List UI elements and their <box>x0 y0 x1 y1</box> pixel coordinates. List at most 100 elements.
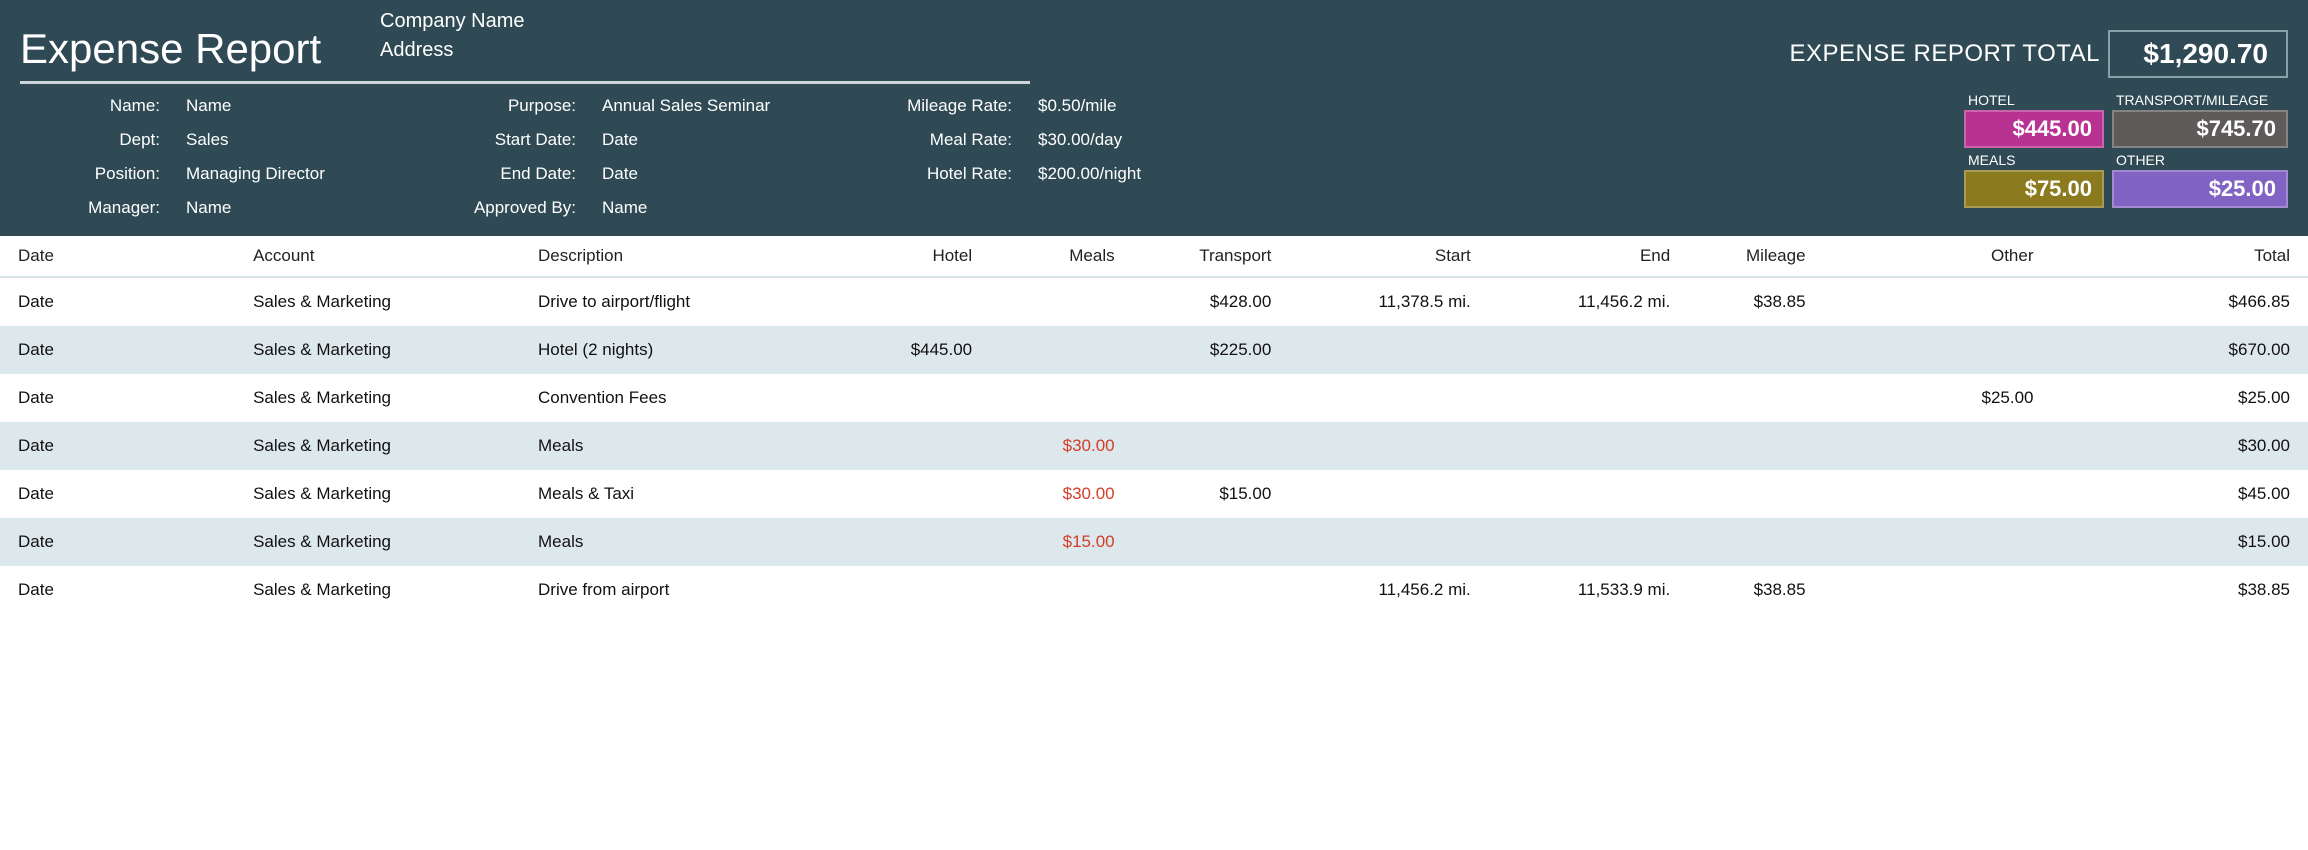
grand-total-value: $1,290.70 <box>2108 30 2288 78</box>
cell-start[interactable] <box>1289 470 1488 518</box>
cell-total[interactable]: $25.00 <box>2052 374 2308 422</box>
cell-transport[interactable] <box>1133 374 1290 422</box>
manager-label: Manager: <box>20 198 160 218</box>
cell-meals[interactable]: $30.00 <box>990 422 1132 470</box>
col-total: Total <box>2052 236 2308 277</box>
cell-mileage[interactable]: $38.85 <box>1688 566 1823 614</box>
cell-end[interactable]: 11,456.2 mi. <box>1489 277 1688 326</box>
cell-date[interactable]: Date <box>0 374 235 422</box>
cell-total[interactable]: $45.00 <box>2052 470 2308 518</box>
cell-hotel[interactable] <box>855 518 990 566</box>
cell-account[interactable]: Sales & Marketing <box>235 277 520 326</box>
cell-meals[interactable] <box>990 277 1132 326</box>
cell-account[interactable]: Sales & Marketing <box>235 518 520 566</box>
cell-date[interactable]: Date <box>0 566 235 614</box>
cell-other[interactable] <box>1824 518 2052 566</box>
col-mileage: Mileage <box>1688 236 1823 277</box>
cell-transport[interactable] <box>1133 422 1290 470</box>
cell-start[interactable] <box>1289 326 1488 374</box>
cell-mileage[interactable] <box>1688 422 1823 470</box>
cell-description[interactable]: Hotel (2 nights) <box>520 326 855 374</box>
cell-end[interactable] <box>1489 374 1688 422</box>
cell-description[interactable]: Meals <box>520 422 855 470</box>
approved-by-label: Approved By: <box>376 198 576 218</box>
report-header: Expense Report Company Name Address EXPE… <box>0 0 2308 236</box>
meal-rate-value: $30.00/day <box>1038 130 1178 150</box>
table-row: DateSales & MarketingHotel (2 nights)$44… <box>0 326 2308 374</box>
cell-other[interactable] <box>1824 566 2052 614</box>
cell-hotel[interactable] <box>855 470 990 518</box>
category-summary: HOTEL $445.00 TRANSPORT/MILEAGE $745.70 … <box>1964 90 2288 208</box>
cell-transport[interactable]: $15.00 <box>1133 470 1290 518</box>
cell-mileage[interactable] <box>1688 326 1823 374</box>
name-value: Name <box>186 96 376 116</box>
cell-account[interactable]: Sales & Marketing <box>235 470 520 518</box>
cell-hotel[interactable] <box>855 566 990 614</box>
cell-total[interactable]: $15.00 <box>2052 518 2308 566</box>
cell-date[interactable]: Date <box>0 518 235 566</box>
header-divider <box>20 81 1030 84</box>
cell-other[interactable] <box>1824 470 2052 518</box>
cell-account[interactable]: Sales & Marketing <box>235 422 520 470</box>
cell-total[interactable]: $38.85 <box>2052 566 2308 614</box>
cell-other[interactable] <box>1824 326 2052 374</box>
expense-table: Date Account Description Hotel Meals Tra… <box>0 236 2308 614</box>
cell-other[interactable] <box>1824 277 2052 326</box>
col-start: Start <box>1289 236 1488 277</box>
cell-meals[interactable] <box>990 566 1132 614</box>
cell-description[interactable]: Drive from airport <box>520 566 855 614</box>
cell-transport[interactable] <box>1133 518 1290 566</box>
cell-start[interactable]: 11,378.5 mi. <box>1289 277 1488 326</box>
cell-description[interactable]: Meals <box>520 518 855 566</box>
cell-start[interactable] <box>1289 374 1488 422</box>
cell-hotel[interactable] <box>855 422 990 470</box>
cell-end[interactable] <box>1489 470 1688 518</box>
cell-account[interactable]: Sales & Marketing <box>235 374 520 422</box>
cell-date[interactable]: Date <box>0 470 235 518</box>
cell-start[interactable] <box>1289 422 1488 470</box>
col-transport: Transport <box>1133 236 1290 277</box>
cell-total[interactable]: $670.00 <box>2052 326 2308 374</box>
cell-meals[interactable]: $15.00 <box>990 518 1132 566</box>
cell-hotel[interactable] <box>855 374 990 422</box>
cell-mileage[interactable] <box>1688 374 1823 422</box>
cell-transport[interactable]: $225.00 <box>1133 326 1290 374</box>
cell-end[interactable]: 11,533.9 mi. <box>1489 566 1688 614</box>
other-cat-title: OTHER <box>2112 150 2288 170</box>
cell-mileage[interactable] <box>1688 470 1823 518</box>
cell-date[interactable]: Date <box>0 277 235 326</box>
cell-description[interactable]: Meals & Taxi <box>520 470 855 518</box>
cell-hotel[interactable] <box>855 277 990 326</box>
cell-total[interactable]: $466.85 <box>2052 277 2308 326</box>
cell-account[interactable]: Sales & Marketing <box>235 326 520 374</box>
cell-transport[interactable] <box>1133 566 1290 614</box>
cell-other[interactable]: $25.00 <box>1824 374 2052 422</box>
cell-hotel[interactable]: $445.00 <box>855 326 990 374</box>
mileage-rate-value: $0.50/mile <box>1038 96 1178 116</box>
col-account: Account <box>235 236 520 277</box>
table-row: DateSales & MarketingMeals $15.00 $15.00 <box>0 518 2308 566</box>
cell-account[interactable]: Sales & Marketing <box>235 566 520 614</box>
cell-start[interactable] <box>1289 518 1488 566</box>
cell-description[interactable]: Drive to airport/flight <box>520 277 855 326</box>
cell-transport[interactable]: $428.00 <box>1133 277 1290 326</box>
cell-mileage[interactable] <box>1688 518 1823 566</box>
cell-meals[interactable] <box>990 326 1132 374</box>
col-date: Date <box>0 236 235 277</box>
cell-mileage[interactable]: $38.85 <box>1688 277 1823 326</box>
cell-end[interactable] <box>1489 518 1688 566</box>
cell-start[interactable]: 11,456.2 mi. <box>1289 566 1488 614</box>
grand-total: EXPENSE REPORT TOTAL $1,290.70 <box>1789 30 2288 78</box>
cell-date[interactable]: Date <box>0 326 235 374</box>
cell-meals[interactable]: $30.00 <box>990 470 1132 518</box>
cell-meals[interactable] <box>990 374 1132 422</box>
cell-end[interactable] <box>1489 326 1688 374</box>
cell-description[interactable]: Convention Fees <box>520 374 855 422</box>
cell-total[interactable]: $30.00 <box>2052 422 2308 470</box>
hotel-rate-value: $200.00/night <box>1038 164 1178 184</box>
cell-date[interactable]: Date <box>0 422 235 470</box>
meals-cat-title: MEALS <box>1964 150 2104 170</box>
cell-end[interactable] <box>1489 422 1688 470</box>
grand-total-label: EXPENSE REPORT TOTAL <box>1789 40 2100 68</box>
cell-other[interactable] <box>1824 422 2052 470</box>
